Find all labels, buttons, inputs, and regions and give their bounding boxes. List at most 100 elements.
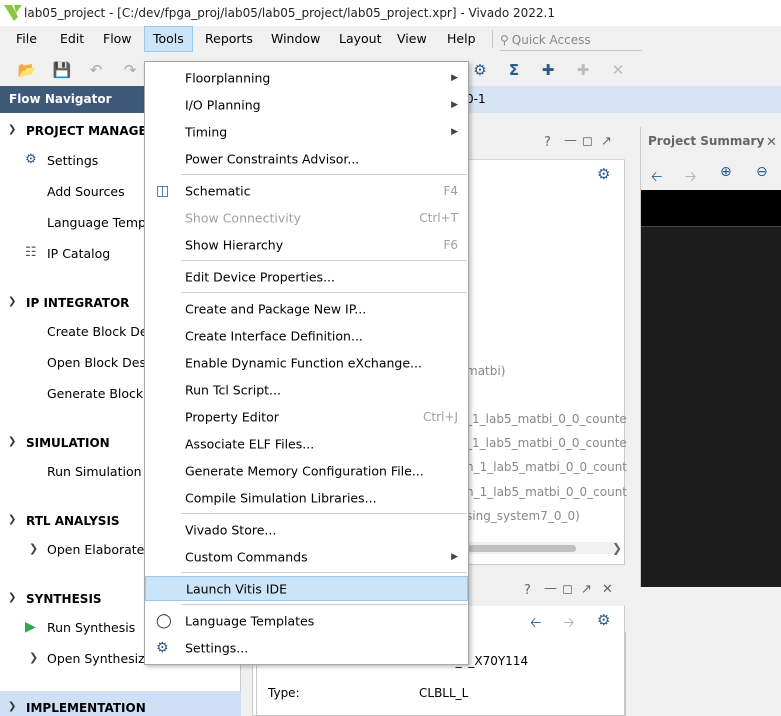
nav-ip-catalog[interactable]: IP Catalog <box>47 246 110 261</box>
source-line-5: n_1_lab5_matbi_0_0_count <box>466 485 628 499</box>
submenu-arrow-icon: ▶ <box>451 99 458 110</box>
gear-icon: ⚙ <box>25 152 37 167</box>
menu-item-language-templates[interactable]: ◯ Language Templates <box>145 608 468 633</box>
nav-open-elaborated[interactable]: Open Elaborated <box>47 542 152 557</box>
tools-dropdown-menu: Floorplanning ▶ I/O Planning ▶ Timing ▶ … <box>144 61 469 665</box>
nav-generate-block-design[interactable]: Generate Block D <box>47 386 157 401</box>
menu-separator <box>492 30 493 48</box>
restore-icon[interactable]: ◻ <box>562 582 573 597</box>
scroll-right-icon[interactable]: ❯ <box>612 541 622 555</box>
minimize-icon[interactable]: — <box>564 133 577 148</box>
help-icon[interactable]: ? <box>524 583 531 598</box>
device-view-canvas[interactable] <box>641 226 781 587</box>
zoom-out-icon[interactable]: ⊖ <box>756 164 768 180</box>
panel-settings-gear-icon[interactable]: ⚙ <box>597 165 610 183</box>
device-view-top <box>641 190 781 226</box>
menu-item-create-interface-definition[interactable]: Create Interface Definition... <box>145 323 468 348</box>
float-icon[interactable]: ↗ <box>581 582 592 597</box>
menu-help[interactable]: Help <box>447 26 476 52</box>
debug-probe-icon[interactable]: ✚ <box>538 60 558 80</box>
menu-item-show-connectivity[interactable]: Show Connectivity Ctrl+T <box>145 205 468 230</box>
menu-item-custom-commands[interactable]: Custom Commands ▶ <box>145 544 468 569</box>
vivado-logo-icon <box>2 3 24 23</box>
search-icon: ⚲ <box>500 32 509 47</box>
nav-language-templates[interactable]: Language Templa <box>47 215 157 230</box>
menu-separator <box>181 604 467 605</box>
menu-item-schematic[interactable]: ◫ Schematic F4 <box>145 178 468 203</box>
menu-separator <box>181 513 467 514</box>
run-play-icon: ▶ <box>25 619 36 635</box>
close-icon[interactable]: ✕ <box>602 582 613 597</box>
menu-edit[interactable]: Edit <box>60 26 84 52</box>
minimize-icon[interactable]: — <box>544 581 557 596</box>
menu-separator <box>181 572 467 573</box>
menu-layout[interactable]: Layout <box>339 26 382 52</box>
menu-item-settings[interactable]: ⚙ Settings... <box>145 635 468 660</box>
restore-icon[interactable]: ◻ <box>582 134 593 149</box>
ip-catalog-icon: ☷ <box>25 245 37 260</box>
lightbulb-icon: ◯ <box>156 612 172 629</box>
mark-debug-icon[interactable]: ✚ <box>573 60 593 80</box>
chevron-right-icon[interactable]: ❯ <box>29 651 38 664</box>
zoom-in-icon[interactable]: ⊕ <box>720 164 732 180</box>
panel-settings-gear-icon[interactable]: ⚙ <box>597 611 610 629</box>
menu-separator <box>181 292 467 293</box>
nav-create-block-design[interactable]: Create Block Desi <box>47 324 158 339</box>
settings-gear-icon[interactable]: ⚙ <box>470 60 490 80</box>
quick-access-placeholder: Quick Access <box>511 32 591 47</box>
nav-run-synthesis[interactable]: Run Synthesis <box>47 620 135 635</box>
chevron-down-icon: ❯ <box>8 592 17 603</box>
forward-arrow-icon[interactable]: 🡢 <box>685 166 696 190</box>
chevron-down-icon: ❯ <box>8 436 17 447</box>
submenu-arrow-icon: ▶ <box>451 551 458 562</box>
save-icon[interactable]: 💾 <box>52 60 72 80</box>
menu-item-show-hierarchy[interactable]: Show Hierarchy F6 <box>145 232 468 257</box>
nav-open-block-design[interactable]: Open Block Desig <box>47 355 157 370</box>
nav-run-simulation[interactable]: Run Simulation <box>47 464 142 479</box>
menu-file[interactable]: File <box>16 26 37 52</box>
menu-item-vivado-store[interactable]: Vivado Store... <box>145 517 468 542</box>
menu-item-launch-vitis-ide[interactable]: Launch Vitis IDE <box>145 576 468 601</box>
menu-item-io-planning[interactable]: I/O Planning ▶ <box>145 92 468 117</box>
menu-view[interactable]: View <box>397 26 427 52</box>
unmark-debug-icon[interactable]: ✕ <box>608 60 628 80</box>
open-project-icon[interactable]: 📂 <box>17 60 37 80</box>
menu-item-property-editor[interactable]: Property Editor Ctrl+J <box>145 404 468 429</box>
project-summary-title: Project Summary <box>648 134 765 148</box>
property-value: CLBLL_L <box>419 686 469 700</box>
window-title: lab05_project - [C:/dev/fpga_proj/lab05/… <box>24 6 555 20</box>
scrollbar-thumb[interactable] <box>468 545 576 552</box>
menu-item-compile-sim-libraries[interactable]: Compile Simulation Libraries... <box>145 485 468 510</box>
redo-icon[interactable]: ↷ <box>120 60 140 80</box>
menu-item-enable-dfx[interactable]: Enable Dynamic Function eXchange... <box>145 350 468 375</box>
nav-add-sources[interactable]: Add Sources <box>47 184 125 199</box>
chevron-right-icon[interactable]: ❯ <box>29 542 38 555</box>
menu-item-create-package-ip[interactable]: Create and Package New IP... <box>145 296 468 321</box>
menu-item-floorplanning[interactable]: Floorplanning ▶ <box>145 65 468 90</box>
source-line-1: matbi) <box>466 364 506 378</box>
property-label: Type: <box>268 686 300 700</box>
menu-item-power-constraints-advisor[interactable]: Power Constraints Advisor... <box>145 146 468 171</box>
chevron-down-icon: ❯ <box>8 296 17 307</box>
menu-separator <box>181 260 467 261</box>
close-icon[interactable]: ✕ <box>766 135 777 150</box>
undo-icon[interactable]: ↶ <box>86 60 106 80</box>
sigma-icon[interactable]: Σ <box>504 60 524 80</box>
menu-item-edit-device-properties[interactable]: Edit Device Properties... <box>145 264 468 289</box>
nav-settings[interactable]: Settings <box>47 153 98 168</box>
menu-item-run-tcl-script[interactable]: Run Tcl Script... <box>145 377 468 402</box>
back-arrow-icon[interactable]: 🡠 <box>651 166 662 190</box>
menu-tools[interactable]: Tools <box>144 26 193 52</box>
chevron-down-icon: ❯ <box>8 514 17 525</box>
menu-window[interactable]: Window <box>271 26 320 52</box>
float-icon[interactable]: ↗ <box>601 134 612 149</box>
chevron-down-icon: ❯ <box>8 701 17 712</box>
help-icon[interactable]: ? <box>544 135 551 150</box>
menu-item-timing[interactable]: Timing ▶ <box>145 119 468 144</box>
quick-access-input[interactable]: ⚲ Quick Access <box>500 29 642 51</box>
title-bar: lab05_project - [C:/dev/fpga_proj/lab05/… <box>0 0 781 26</box>
menu-reports[interactable]: Reports <box>205 26 253 52</box>
menu-item-associate-elf-files[interactable]: Associate ELF Files... <box>145 431 468 456</box>
menu-flow[interactable]: Flow <box>103 26 132 52</box>
menu-item-generate-memory-config[interactable]: Generate Memory Configuration File... <box>145 458 468 483</box>
